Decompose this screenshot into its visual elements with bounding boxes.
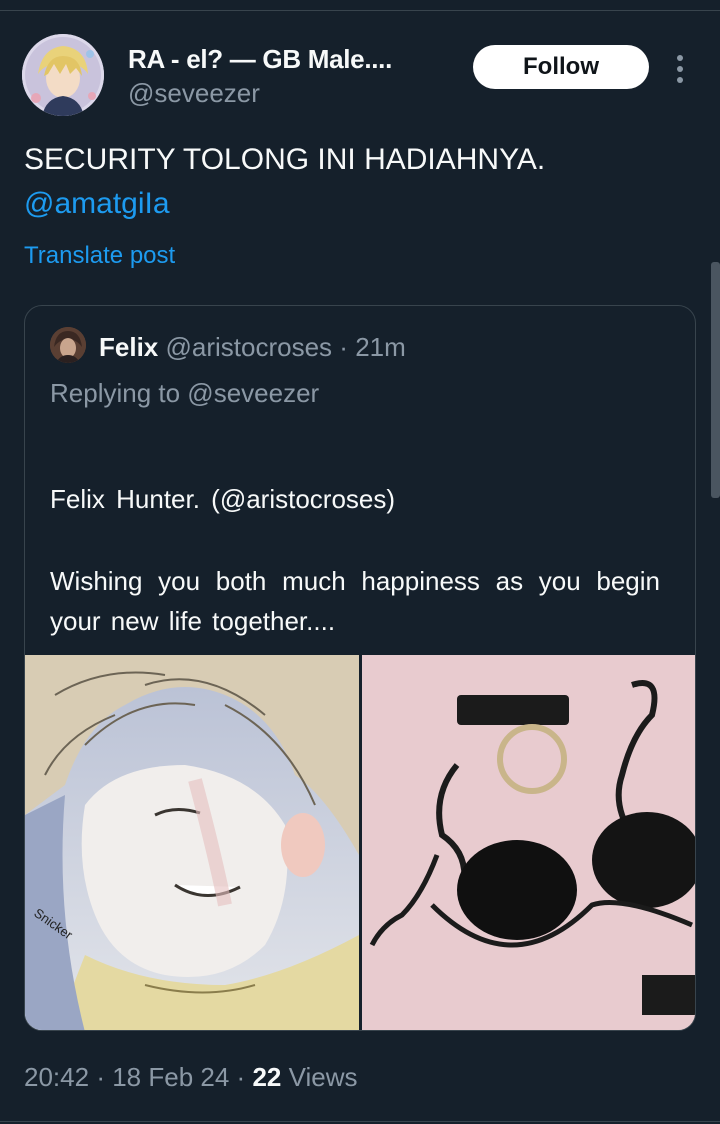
quoted-author-handle[interactable]: @aristocroses [165, 332, 332, 362]
author-avatar[interactable] [22, 34, 104, 116]
bottom-divider [0, 1121, 720, 1122]
tweet-date[interactable]: 18 Feb 24 [112, 1062, 229, 1092]
follow-button[interactable]: Follow [473, 45, 649, 89]
quoted-meta: Felix @aristocroses · 21m [99, 332, 406, 363]
quoted-replying-to: Replying to @seveezer [50, 378, 320, 408]
quoted-author-name[interactable]: Felix [99, 332, 158, 362]
quoted-media-image-left[interactable]: Snicker [25, 655, 359, 1030]
quoted-media-image-right[interactable] [362, 655, 695, 1030]
author-handle[interactable]: @seveezer [128, 78, 260, 109]
translate-post-link[interactable]: Translate post [24, 242, 175, 270]
tweet-footer: 20:42 · 18 Feb 24 · 22 Views [24, 1062, 358, 1093]
quoted-text-body: Wishing you both much happiness as you b… [50, 566, 660, 636]
tweet-text: SECURITY TOLONG INI HADIAHNYA. [24, 143, 546, 176]
footer-separator-1: · [96, 1062, 105, 1092]
footer-separator-2: · [236, 1062, 246, 1092]
quoted-author-avatar[interactable] [50, 327, 86, 363]
quoted-time[interactable]: 21m [355, 332, 406, 362]
tweet-mention-link[interactable]: @amatgiIa [24, 184, 170, 224]
quoted-meta-separator: · [339, 332, 348, 362]
tweet-time[interactable]: 20:42 [24, 1062, 89, 1092]
quoted-text-line1: Felix Hunter. (@aristocroses) [50, 484, 396, 514]
scrollbar[interactable] [711, 262, 720, 498]
views-label[interactable]: Views [289, 1062, 358, 1092]
quoted-tweet-card[interactable]: Felix @aristocroses · 21m Replying to @s… [24, 305, 696, 1031]
author-display-name[interactable]: RA - el? — GB Male.... [128, 44, 392, 75]
views-count[interactable]: 22 [252, 1062, 281, 1092]
more-vertical-icon[interactable] [668, 52, 692, 86]
top-divider [0, 10, 720, 11]
